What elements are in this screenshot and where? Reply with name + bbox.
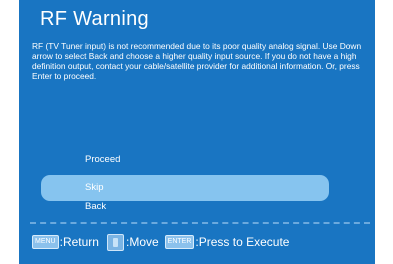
- enter-key-icon: ENTER: [164, 235, 195, 249]
- menu-key-icon: MENU: [32, 235, 59, 249]
- warning-message: RF (TV Tuner input) is not recommended d…: [32, 41, 362, 81]
- dialog-title: RF Warning: [40, 8, 149, 30]
- menu-item-proceed[interactable]: Proceed: [41, 147, 329, 173]
- tv-screen: RF Warning RF (TV Tuner input) is not re…: [19, 0, 375, 264]
- menu-item-back[interactable]: Back: [41, 197, 329, 217]
- footer-hints: MENU :Return :Move ENTER :Press to Execu…: [32, 233, 289, 251]
- move-hint: :Move: [125, 235, 159, 249]
- execute-hint: :Press to Execute: [195, 235, 290, 249]
- footer-divider: [30, 222, 370, 224]
- arrow-keys-icon: [106, 233, 124, 251]
- return-hint: :Return: [59, 235, 99, 249]
